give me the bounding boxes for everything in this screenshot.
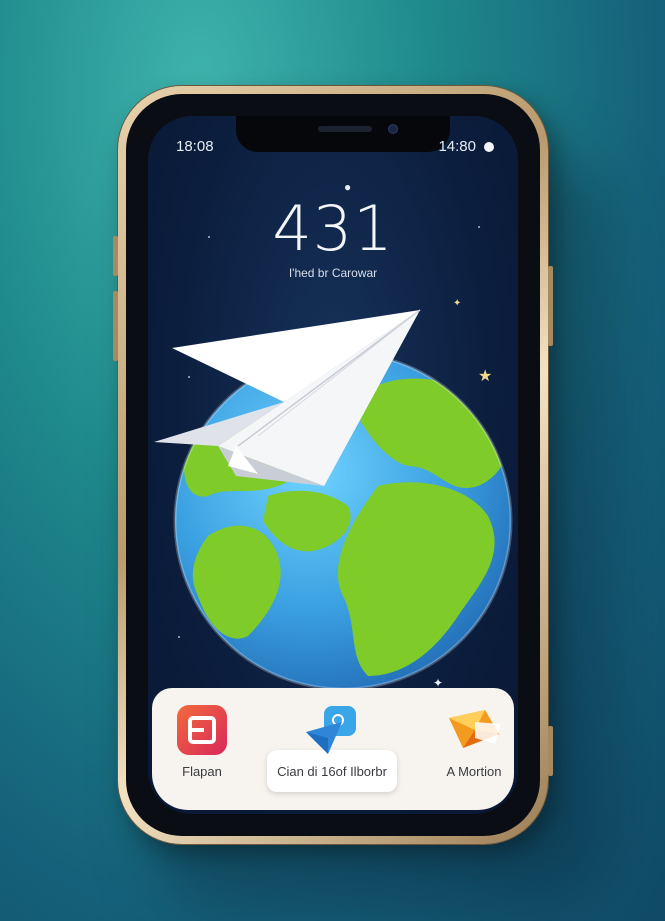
- app-label: A Mortion: [446, 764, 502, 779]
- power-button: [548, 266, 553, 346]
- lock-screen: 18:08 14:80 ● 431 I'hed br Carowar ✦ ★ ✦: [148, 116, 518, 814]
- dock-app-mortion[interactable]: A Mortion: [426, 704, 518, 779]
- phone-device: 18:08 14:80 ● 431 I'hed br Carowar ✦ ★ ✦: [113, 86, 553, 844]
- volume-down-button: [113, 291, 118, 361]
- app-dock: Flapan Cian di 16of Ilborbr A Mortion: [152, 688, 514, 810]
- dock-app-chat[interactable]: Cian di 16of Ilborbr: [262, 704, 402, 779]
- envelope-mail-icon: [449, 710, 501, 748]
- dock-app-flapan[interactable]: Flapan: [170, 704, 234, 779]
- volume-up-button: [113, 236, 118, 276]
- paper-plane-chat-icon: [306, 706, 356, 754]
- red-app-icon: [177, 705, 227, 755]
- app-label: Cian di 16of Ilborbr: [277, 764, 387, 779]
- side-button-lower: [548, 726, 553, 776]
- phone-bezel: 18:08 14:80 ● 431 I'hed br Carowar ✦ ★ ✦: [126, 94, 540, 836]
- app-label: Flapan: [182, 764, 222, 779]
